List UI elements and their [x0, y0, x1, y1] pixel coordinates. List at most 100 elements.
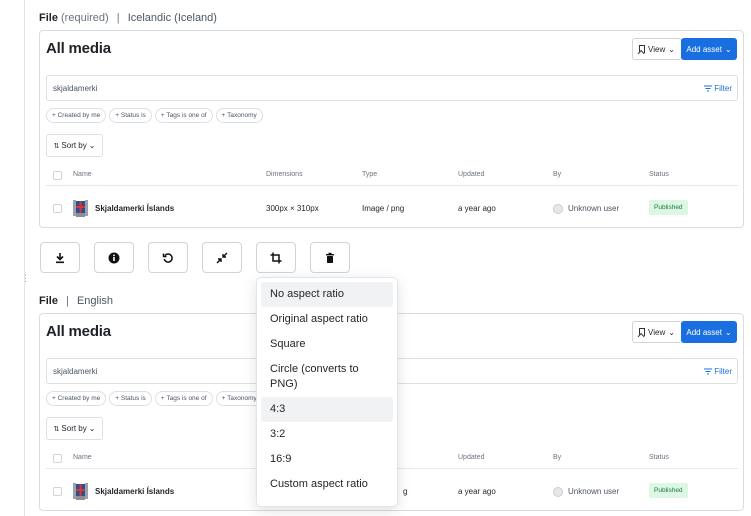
delete-button[interactable]	[310, 242, 350, 273]
row-name[interactable]: Skjaldamerki Íslands	[95, 487, 174, 496]
menu-item-3-2[interactable]: 3:2	[261, 422, 393, 447]
chip-label: Taxonomy	[227, 395, 257, 402]
field-label-text: File	[39, 12, 58, 24]
info-button[interactable]	[94, 242, 134, 273]
col-by[interactable]: By	[553, 454, 561, 461]
view-label: View	[648, 327, 666, 337]
view-button[interactable]: View ⌄	[632, 38, 682, 60]
field-label-english: File | English	[39, 295, 113, 307]
col-status[interactable]: Status	[649, 454, 669, 461]
filter-chips: + Created by me + Status is + Tags is on…	[46, 391, 263, 406]
coat-of-arms-thumbnail	[73, 483, 88, 500]
filter-label: Filter	[714, 84, 732, 93]
minimize-button[interactable]	[202, 242, 242, 273]
separator: |	[116, 12, 120, 24]
chip-label: Created by me	[57, 112, 101, 119]
chip-tags[interactable]: + Tags is one of	[154, 391, 213, 406]
menu-item-square[interactable]: Square	[261, 332, 393, 357]
chevron-down-icon: ⌄	[88, 424, 96, 433]
chip-status[interactable]: + Status is	[109, 391, 152, 406]
row-type: Image / png	[362, 204, 405, 213]
download-button[interactable]	[40, 242, 80, 273]
info-icon	[108, 252, 120, 263]
separator: |	[66, 295, 69, 307]
table-row[interactable]: Skjaldamerki Íslands 300px × 310px Image…	[46, 191, 738, 225]
chip-label: Tags is one of	[166, 112, 207, 119]
row-name[interactable]: Skjaldamerki Íslands	[95, 204, 174, 213]
menu-item-16-9[interactable]: 16:9	[261, 447, 393, 472]
filter-label: Filter	[714, 367, 732, 376]
add-asset-label: Add asset	[686, 44, 722, 54]
row-checkbox[interactable]	[53, 487, 62, 496]
view-label: View	[648, 44, 666, 54]
chip-tags[interactable]: + Tags is one of	[154, 108, 213, 123]
col-status[interactable]: Status	[649, 171, 669, 178]
required-text: (required)	[61, 12, 109, 24]
panel-title: All media	[46, 323, 111, 340]
chevron-down-icon: ⌄	[668, 44, 675, 54]
aspect-ratio-menu: No aspect ratio Original aspect ratio Sq…	[256, 277, 398, 507]
chip-label: Status is	[120, 395, 146, 402]
field-label-icelandic: File (required) | Icelandic (Iceland)	[39, 12, 217, 24]
avatar	[553, 204, 563, 214]
row-type-fragment: g	[403, 487, 408, 496]
col-dimensions[interactable]: Dimensions	[266, 171, 303, 178]
download-icon	[56, 252, 64, 263]
col-name[interactable]: Name	[73, 171, 92, 178]
chip-created-by-me[interactable]: + Created by me	[46, 108, 107, 123]
chevron-down-icon: ⌄	[668, 327, 675, 337]
table-header: Name Dimensions Type Updated By Status	[46, 164, 738, 186]
bookmark-icon	[639, 328, 646, 336]
search-input[interactable]: skjaldamerki Filter	[46, 75, 738, 101]
menu-item-circle[interactable]: Circle (converts to PNG)	[261, 357, 393, 397]
filter-chips: + Created by me + Status is + Tags is on…	[46, 108, 263, 123]
status-badge: Published	[649, 200, 688, 215]
language-text: English	[76, 295, 114, 307]
row-updated: a year ago	[458, 204, 496, 213]
chip-label: Status is	[120, 112, 146, 119]
search-value: skjaldamerki	[53, 367, 98, 376]
view-button[interactable]: View ⌄	[632, 321, 682, 343]
reset-button[interactable]	[148, 242, 188, 273]
chip-label: Tags is one of	[166, 395, 207, 402]
sort-by-button[interactable]: ⇅ Sort by ⌄	[46, 134, 103, 157]
menu-item-custom-aspect-ratio[interactable]: Custom aspect ratio	[261, 472, 393, 497]
sort-label: Sort by	[61, 424, 87, 433]
crop-button[interactable]	[256, 242, 296, 273]
avatar	[553, 487, 563, 497]
field-label-text: File	[39, 295, 58, 307]
add-asset-label: Add asset	[686, 327, 722, 337]
filter-button[interactable]: Filter	[704, 367, 732, 376]
select-all-checkbox[interactable]	[53, 454, 62, 463]
add-asset-button[interactable]: Add asset ⌄	[681, 38, 737, 60]
col-type[interactable]: Type	[362, 171, 377, 178]
add-asset-button[interactable]: Add asset ⌄	[681, 321, 737, 343]
sort-by-button[interactable]: ⇅ Sort by ⌄	[46, 417, 103, 440]
asset-toolbar	[40, 242, 350, 273]
chip-label: Taxonomy	[227, 112, 257, 119]
menu-item-original-aspect-ratio[interactable]: Original aspect ratio	[261, 307, 393, 332]
language-text: Icelandic (Iceland)	[127, 12, 217, 24]
chevron-down-icon: ⌄	[724, 327, 732, 337]
chip-status[interactable]: + Status is	[109, 108, 152, 123]
chevron-down-icon: ⌄	[88, 141, 96, 150]
row-updated: a year ago	[458, 487, 496, 496]
col-by[interactable]: By	[553, 171, 561, 178]
col-name[interactable]: Name	[73, 454, 92, 461]
select-all-checkbox[interactable]	[53, 171, 62, 180]
col-updated[interactable]: Updated	[458, 171, 484, 178]
menu-item-no-aspect-ratio[interactable]: No aspect ratio	[261, 282, 393, 307]
chip-taxonomy[interactable]: + Taxonomy	[215, 108, 263, 123]
menu-item-4-3[interactable]: 4:3	[261, 397, 393, 422]
filter-icon	[704, 368, 713, 375]
col-updated[interactable]: Updated	[458, 454, 484, 461]
chip-label: Created by me	[57, 395, 101, 402]
chevron-down-icon: ⌄	[724, 44, 732, 54]
chip-created-by-me[interactable]: + Created by me	[46, 391, 107, 406]
filter-button[interactable]: Filter	[704, 84, 732, 93]
sort-label: Sort by	[61, 141, 87, 150]
drag-handle-icon[interactable]: ⋮	[21, 274, 30, 290]
minimize-icon	[216, 252, 228, 263]
row-checkbox[interactable]	[53, 204, 62, 213]
row-dimensions: 300px × 310px	[266, 204, 319, 213]
